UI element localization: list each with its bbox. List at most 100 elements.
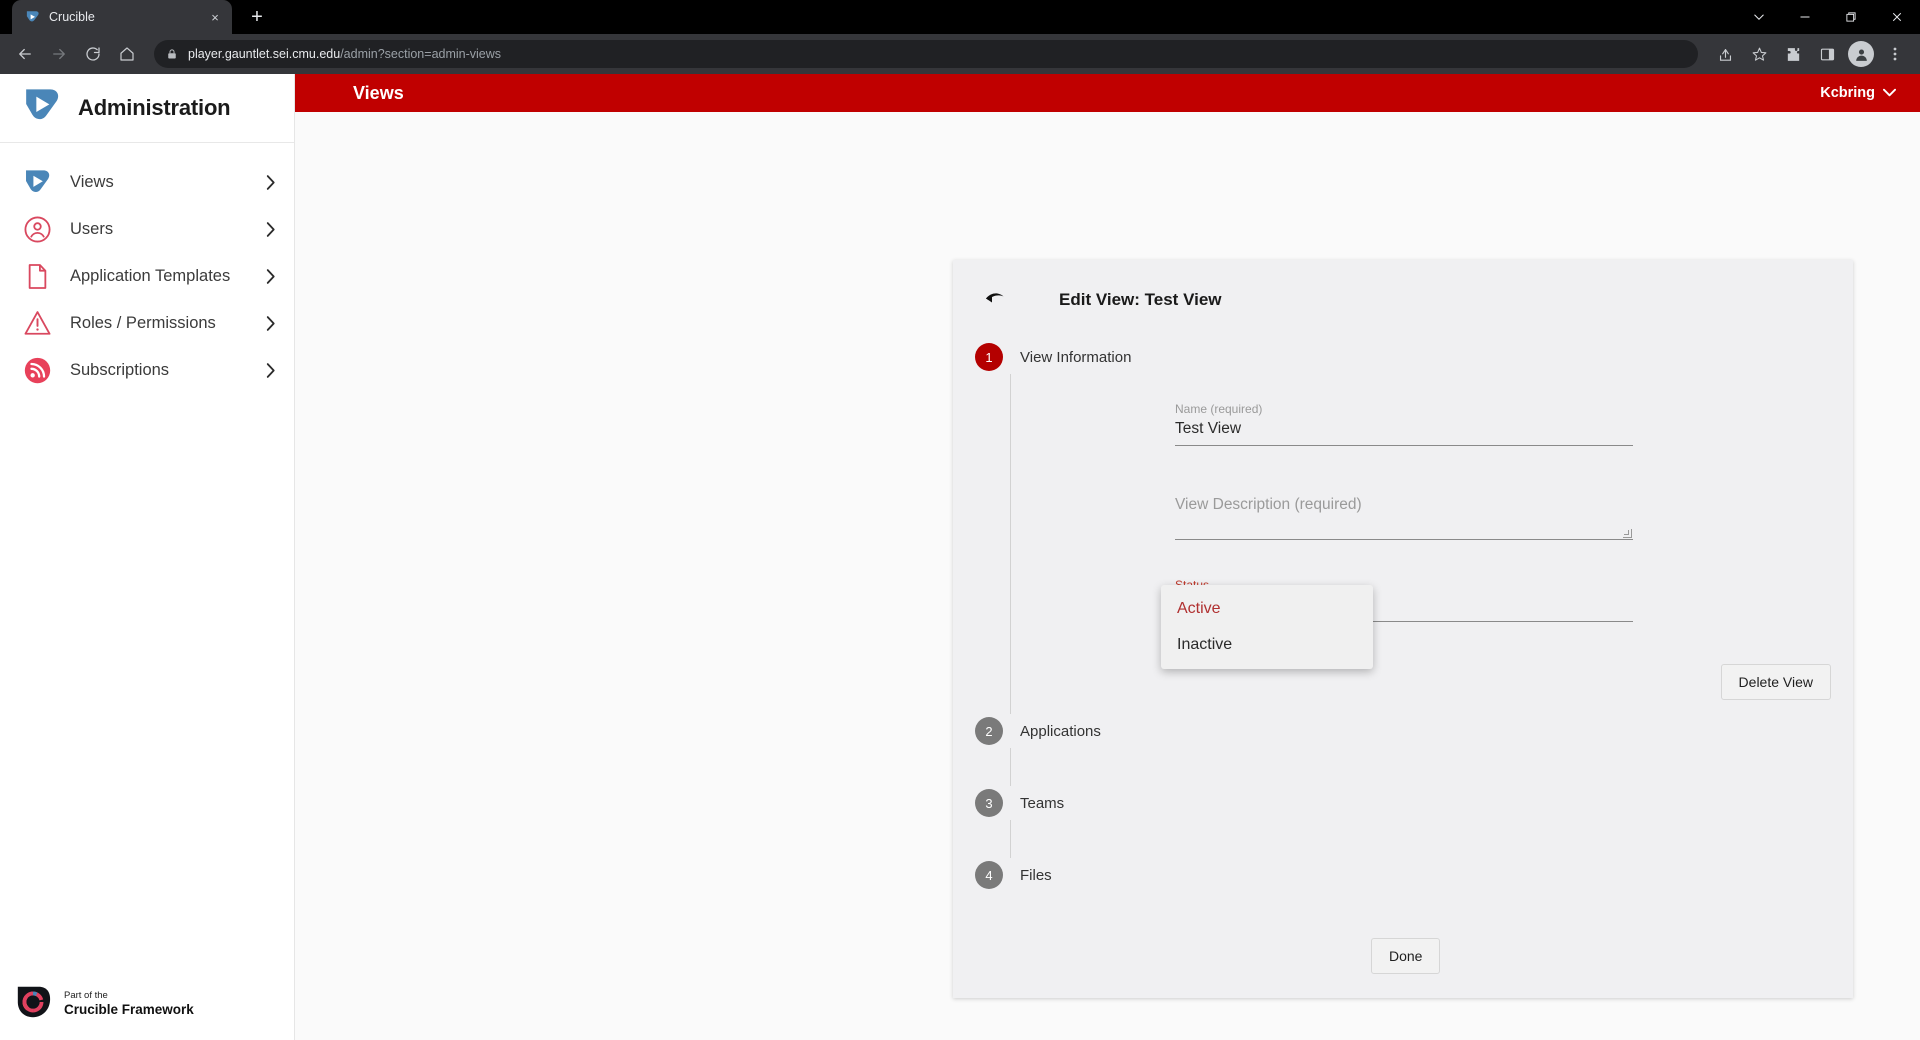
delete-view-button[interactable]: Delete View	[1721, 664, 1831, 700]
extensions-puzzle-icon[interactable]	[1778, 39, 1808, 69]
step-files[interactable]: 4 Files	[975, 858, 1853, 892]
name-field[interactable]: Name (required) Test View	[1175, 402, 1633, 446]
crucible-play-icon	[22, 86, 62, 131]
tab-search-button[interactable]	[1736, 0, 1782, 34]
back-icon[interactable]	[10, 39, 40, 69]
footer-small-text: Part of the	[64, 991, 194, 1001]
footer-brand-text: Crucible Framework	[64, 1002, 194, 1018]
sidebar-header: Administration	[0, 74, 294, 143]
reload-icon[interactable]	[78, 39, 108, 69]
sidebar-item-roles-permissions[interactable]: Roles / Permissions	[0, 300, 294, 347]
bookmark-star-icon[interactable]	[1744, 39, 1774, 69]
step-teams[interactable]: 3 Teams	[975, 786, 1853, 820]
done-button[interactable]: Done	[1371, 938, 1440, 974]
chevron-right-icon	[265, 174, 276, 191]
forward-icon[interactable]	[44, 39, 74, 69]
close-window-button[interactable]	[1874, 0, 1920, 34]
main-content: Views Kcbring	[295, 74, 1920, 1040]
step-number: 1	[975, 343, 1003, 371]
app-header: Views Kcbring	[295, 74, 1920, 112]
card-header: Edit View: Test View	[953, 260, 1853, 340]
step-2-gap	[975, 748, 1853, 786]
user-menu-label: Kcbring	[1820, 85, 1875, 101]
field-underline	[1175, 539, 1633, 540]
step-applications[interactable]: 2 Applications	[975, 714, 1853, 748]
chevron-right-icon	[265, 362, 276, 379]
minimize-button[interactable]	[1782, 0, 1828, 34]
chevron-right-icon	[265, 221, 276, 238]
crucible-c-icon	[14, 983, 52, 1026]
status-dropdown-menu: Active Inactive	[1161, 585, 1373, 669]
stepper: 1 View Information Name (required) Test …	[953, 340, 1853, 892]
stepper-connector	[1010, 374, 1011, 714]
header-title: Views	[353, 83, 404, 104]
sidebar-item-application-templates[interactable]: Application Templates	[0, 253, 294, 300]
user-circle-icon	[22, 215, 52, 245]
description-field[interactable]: View Description (required)	[1175, 492, 1633, 540]
page-title: Administration	[78, 95, 230, 121]
share-icon[interactable]	[1710, 39, 1740, 69]
browser-toolbar: player.gauntlet.sei.cmu.edu/admin?sectio…	[0, 34, 1920, 74]
stepper-connector	[1010, 820, 1011, 858]
sidebar-item-label: Application Templates	[70, 267, 247, 286]
page-body: Administration Views	[0, 74, 1920, 1040]
sidebar-item-label: Users	[70, 220, 247, 239]
browser-tab[interactable]: Crucible ×	[12, 0, 232, 34]
play-triangle-icon	[22, 168, 52, 198]
profile-avatar-icon[interactable]	[1846, 39, 1876, 69]
sidebar-footer-text: Part of the Crucible Framework	[64, 991, 194, 1018]
step-label: Files	[1020, 867, 1052, 884]
avatar	[1848, 41, 1874, 67]
play-triangle-icon	[24, 9, 40, 25]
edit-view-card: Edit View: Test View 1 View Information	[953, 260, 1853, 998]
step-label: View Information	[1020, 349, 1131, 366]
close-icon[interactable]: ×	[206, 8, 224, 26]
step-1-content: Name (required) Test View View Descripti…	[975, 374, 1853, 714]
browser-titlebar: Crucible × +	[0, 0, 1920, 34]
card-title: Edit View: Test View	[1059, 290, 1222, 310]
back-arrow-icon[interactable]	[975, 280, 1015, 320]
sidebar-item-label: Roles / Permissions	[70, 314, 247, 333]
step-number: 2	[975, 717, 1003, 745]
chevron-right-icon	[265, 315, 276, 332]
work-area: Edit View: Test View 1 View Information	[295, 112, 1920, 1040]
address-bar[interactable]: player.gauntlet.sei.cmu.edu/admin?sectio…	[154, 40, 1698, 68]
user-menu-button[interactable]: Kcbring	[1820, 85, 1896, 101]
url-path: /admin?section=admin-views	[340, 47, 501, 61]
sidebar-item-users[interactable]: Users	[0, 206, 294, 253]
sidebar-nav: Views Users	[0, 143, 294, 394]
chrome-menu-icon[interactable]	[1880, 39, 1910, 69]
side-panel-icon[interactable]	[1812, 39, 1842, 69]
warning-triangle-icon	[22, 309, 52, 339]
textarea-resize-handle[interactable]	[1623, 529, 1632, 538]
dropdown-option-inactive[interactable]: Inactive	[1161, 627, 1373, 663]
step-view-information[interactable]: 1 View Information	[975, 340, 1853, 374]
step-3-gap	[975, 820, 1853, 858]
tab-title: Crucible	[49, 10, 197, 24]
view-information-fields: Name (required) Test View View Descripti…	[975, 374, 1853, 708]
step-number: 3	[975, 789, 1003, 817]
sidebar-item-subscriptions[interactable]: Subscriptions	[0, 347, 294, 394]
name-field-value: Test View	[1175, 416, 1633, 445]
url-host: player.gauntlet.sei.cmu.edu	[188, 47, 340, 61]
url-text: player.gauntlet.sei.cmu.edu/admin?sectio…	[188, 47, 501, 61]
step-number: 4	[975, 861, 1003, 889]
chevron-right-icon	[265, 268, 276, 285]
new-tab-button[interactable]: +	[242, 2, 272, 32]
name-field-label: Name (required)	[1175, 402, 1633, 416]
maximize-button[interactable]	[1828, 0, 1874, 34]
window-controls	[1736, 0, 1920, 34]
step-label: Applications	[1020, 723, 1101, 740]
dropdown-option-active[interactable]: Active	[1161, 591, 1373, 627]
lock-icon	[166, 48, 178, 60]
field-underline	[1175, 445, 1633, 446]
rss-feed-icon	[22, 356, 52, 386]
stepper-connector	[1010, 748, 1011, 786]
document-icon	[22, 262, 52, 292]
sidebar-item-views[interactable]: Views	[0, 159, 294, 206]
sidebar-footer: Part of the Crucible Framework	[0, 983, 294, 1026]
sidebar-item-label: Subscriptions	[70, 361, 247, 380]
home-icon[interactable]	[112, 39, 142, 69]
browser-window: Crucible × +	[0, 0, 1920, 1040]
description-field-placeholder: View Description (required)	[1175, 492, 1633, 521]
